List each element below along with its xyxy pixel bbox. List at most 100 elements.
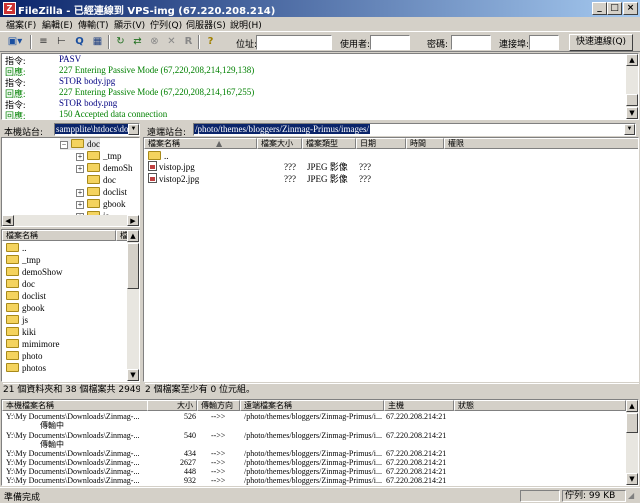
tree-item[interactable]: +doc (76, 174, 116, 186)
tree-item[interactable]: + _tmp (76, 150, 122, 162)
disconnect-icon[interactable]: ✕ (164, 34, 179, 49)
menu-file[interactable]: 檔案(F) (6, 18, 36, 31)
host-label: 位址: (236, 40, 258, 50)
tree-hscrollbar[interactable]: ◀ ▶ (2, 215, 139, 226)
toggle-tree-icon[interactable]: ⊢ (54, 34, 69, 49)
queue-size-status: 佇列: 99 KB (562, 490, 626, 502)
table-row[interactable]: Y:\My Documents\Downloads\Zinmag-... 526-… (6, 412, 626, 421)
scroll-up-icon[interactable]: ▲ (626, 54, 638, 66)
queue-row-note: 傳輸中 (40, 421, 64, 430)
table-row[interactable]: Y:\My Documents\Downloads\Zinmag-... 2627… (6, 458, 626, 467)
list-item[interactable]: demoShow (6, 266, 63, 278)
dropdown-icon[interactable]: ▼ (128, 124, 139, 135)
password-input[interactable] (451, 35, 491, 50)
folder-icon (87, 175, 100, 184)
local-header-name[interactable]: 檔案名稱 (2, 230, 116, 241)
remote-file-list[interactable]: 檔案名稱 ▲ 檔案大小 檔案類型 日期 時間 權限 .. vistop.jpg ?… (143, 137, 639, 382)
remote-header-size[interactable]: 檔案大小 (257, 138, 302, 149)
list-item[interactable]: photo (6, 350, 43, 362)
log-scrollbar[interactable]: ▲ ▼ (626, 54, 638, 119)
menu-help[interactable]: 說明(H) (230, 18, 262, 31)
table-row[interactable]: Y:\My Documents\Downloads\Zinmag-... 434-… (6, 449, 626, 458)
scroll-down-icon[interactable]: ▼ (127, 369, 139, 381)
folder-icon (6, 267, 19, 276)
search-icon[interactable]: Q (72, 34, 87, 49)
remote-header-date[interactable]: 日期 (356, 138, 406, 149)
queue-row-note: 傳輸中 (40, 440, 64, 449)
menu-server[interactable]: 伺服器(S) (186, 18, 226, 31)
log-kind: 回應: (5, 111, 26, 120)
list-item[interactable]: doclist (6, 290, 46, 302)
menu-view[interactable]: 顯示(V) (114, 18, 145, 31)
local-status: 21 個資料夾和 38 個檔案共 294966 位 (3, 383, 140, 396)
process-queue-icon[interactable]: ⇄ (130, 34, 145, 49)
scroll-down-icon[interactable]: ▼ (626, 473, 638, 485)
refresh-icon[interactable]: ↻ (113, 34, 128, 49)
tree-item[interactable]: + demoSh (76, 162, 133, 174)
local-path-input[interactable]: sampplite\htdocs\doc\ ▼ (54, 123, 140, 136)
folder-icon (6, 279, 19, 288)
quickconnect-button[interactable]: 快速連線(Q) (569, 34, 633, 51)
list-item[interactable]: vistop2.jpg ??? JPEG 影像 ??? (148, 173, 398, 185)
list-item[interactable]: gbook (6, 302, 45, 314)
list-item[interactable]: js (6, 314, 28, 326)
scroll-down-icon[interactable]: ▼ (626, 107, 638, 119)
folder-icon (6, 327, 19, 336)
queue-header-direction[interactable]: 傳輸方向 (197, 400, 240, 411)
local-file-list[interactable]: 檔案名稱 檔 .. _tmp demoShow doc doclist gboo… (1, 229, 140, 382)
queue-scrollbar[interactable]: ▲ ▼ (626, 400, 638, 485)
tree-item[interactable]: + doclist (76, 186, 127, 198)
scroll-thumb[interactable] (127, 243, 139, 289)
queue-header-remote[interactable]: 遠端檔案名稱 (240, 400, 384, 411)
list-item[interactable]: mimimore (6, 338, 60, 350)
folder-icon (71, 139, 84, 148)
local-list-scrollbar[interactable]: ▲ ▼ (127, 230, 139, 381)
remote-path-input[interactable]: /photo/themes/bloggers/Zinmag-Primus/ima… (193, 123, 636, 136)
scroll-left-icon[interactable]: ◀ (2, 215, 14, 226)
maximize-button[interactable]: □ (607, 2, 622, 15)
local-folder-tree[interactable]: −doc +_tmp +demoSh +doc +doclist +gbook … (1, 137, 140, 227)
minimize-button[interactable]: _ (592, 2, 607, 15)
list-item[interactable]: vistop.jpg ??? JPEG 影像 ??? (148, 161, 398, 173)
list-item[interactable]: kiki (6, 326, 36, 338)
remote-header-time[interactable]: 時間 (406, 138, 444, 149)
list-item[interactable]: .. (6, 242, 27, 254)
transfer-queue[interactable]: 本機檔案名稱 大小 傳輸方向 遠端檔案名稱 主機 狀態 Y:\My Docume… (1, 399, 639, 486)
list-item[interactable]: photos (6, 362, 46, 374)
remote-header-type[interactable]: 檔案類型 (302, 138, 356, 149)
remote-header-name[interactable]: 檔案名稱 ▲ (144, 138, 257, 149)
scroll-thumb[interactable] (626, 94, 638, 106)
reconnect-icon[interactable]: R (181, 34, 196, 49)
queue-header-status[interactable]: 狀態 (454, 400, 626, 411)
list-item[interactable]: doc (6, 278, 35, 290)
scroll-up-icon[interactable]: ▲ (626, 400, 638, 412)
resize-grip-icon[interactable]: ◢ (628, 491, 638, 501)
table-row[interactable]: Y:\My Documents\Downloads\Zinmag-... 448-… (6, 467, 626, 476)
user-input[interactable] (370, 35, 410, 50)
tree-item[interactable]: + gbook (76, 198, 126, 210)
log-message: 227 Entering Passive Mode (67,220,208,21… (59, 87, 255, 97)
remote-header-permissions[interactable]: 權限 (444, 138, 638, 149)
queue-header-size[interactable]: 大小 (147, 400, 197, 411)
queue-view-icon[interactable]: ▦ (90, 34, 105, 49)
scroll-right-icon[interactable]: ▶ (127, 215, 139, 226)
table-row[interactable]: Y:\My Documents\Downloads\Zinmag-... 932-… (6, 476, 626, 485)
scroll-up-icon[interactable]: ▲ (127, 230, 139, 242)
host-input[interactable] (256, 35, 332, 50)
table-row[interactable]: Y:\My Documents\Downloads\Zinmag-... 540-… (6, 431, 626, 440)
port-input[interactable] (529, 35, 559, 50)
help-icon[interactable]: ? (203, 34, 218, 49)
tree-item[interactable]: − doc (60, 138, 100, 150)
site-manager-icon[interactable]: ▣▾ (4, 34, 26, 49)
toggle-log-icon[interactable]: ≡ (36, 34, 51, 49)
close-button[interactable]: × (623, 2, 638, 15)
list-item[interactable]: _tmp (6, 254, 41, 266)
message-log[interactable]: 指令: PASV 回應: 227 Entering Passive Mode (67… (1, 53, 639, 120)
dropdown-icon[interactable]: ▼ (624, 124, 635, 135)
menu-queue[interactable]: 佇列(Q) (150, 18, 182, 31)
menu-edit[interactable]: 編輯(E) (42, 18, 73, 31)
queue-header-host[interactable]: 主機 (384, 400, 454, 411)
cancel-icon[interactable]: ⊗ (147, 34, 162, 49)
menu-transfer[interactable]: 傳輸(T) (78, 18, 109, 31)
scroll-thumb[interactable] (626, 413, 638, 433)
